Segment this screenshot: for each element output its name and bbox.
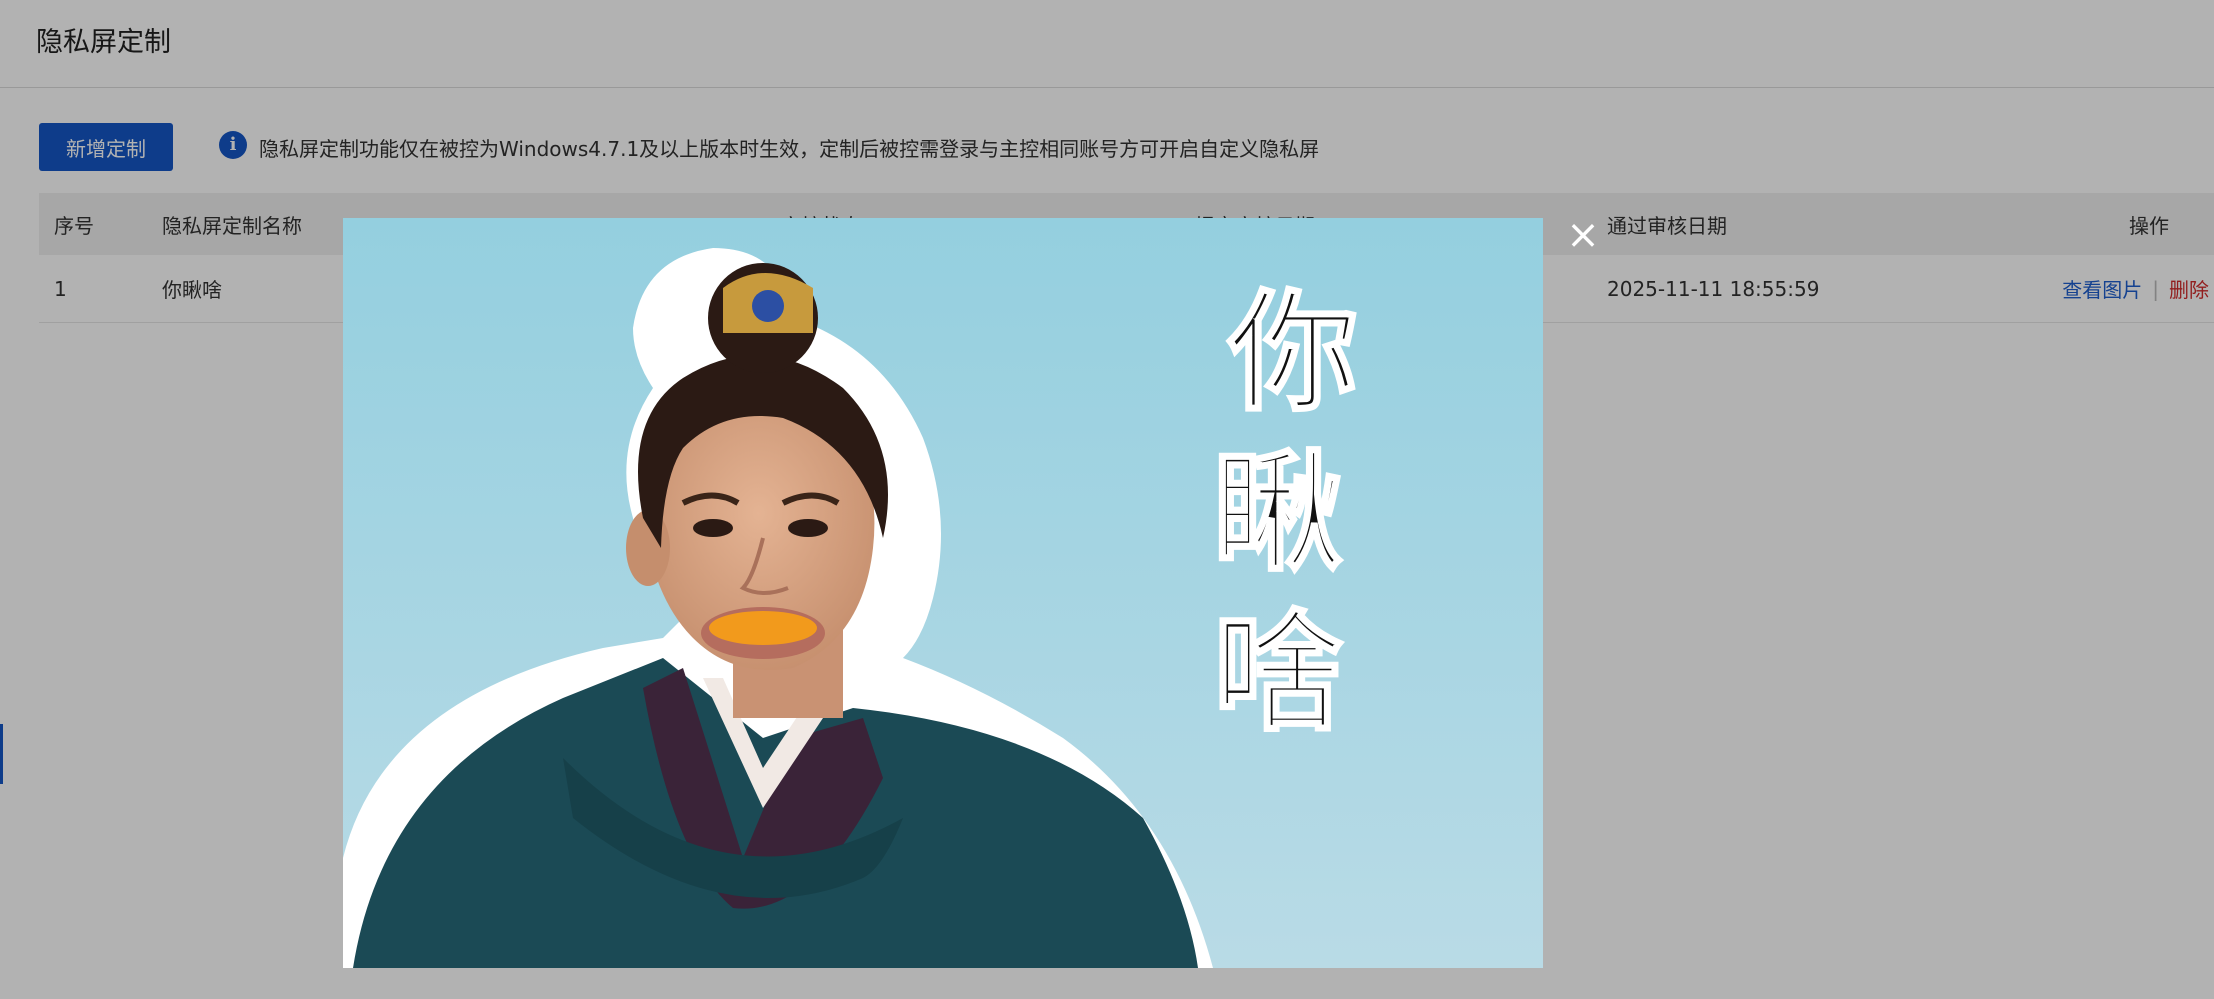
caption-char-2: 瞅 bbox=[1213, 436, 1343, 589]
image-preview: 你 瞅 啥 bbox=[343, 218, 1543, 968]
preview-image: 你 瞅 啥 bbox=[343, 218, 1543, 968]
caption-char-1: 你 bbox=[1227, 276, 1358, 429]
close-icon[interactable]: × bbox=[1563, 215, 1603, 255]
caption-char-3: 啥 bbox=[1213, 596, 1343, 749]
